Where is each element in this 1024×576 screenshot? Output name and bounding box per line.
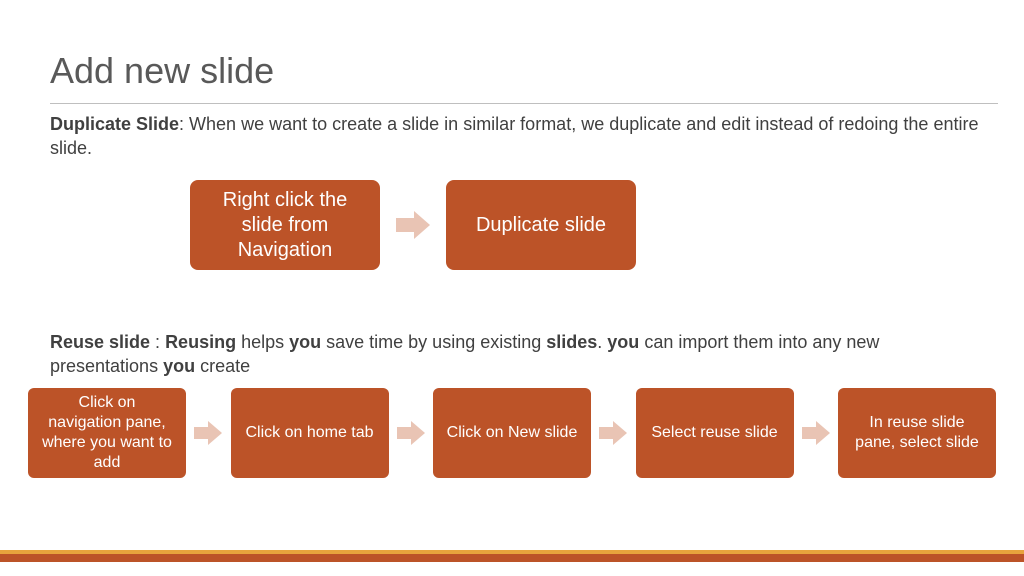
arrow-icon — [396, 211, 430, 239]
arrow-icon — [194, 421, 222, 445]
reuse-flow: Click on navigation pane, where you want… — [28, 388, 996, 478]
bold-text: you — [163, 356, 195, 376]
duplicate-text: : When we want to create a slide in simi… — [50, 114, 978, 158]
arrow-icon — [397, 421, 425, 445]
slide-title: Add new slide — [50, 50, 274, 92]
arrow-icon — [599, 421, 627, 445]
duplicate-description: Duplicate Slide: When we want to create … — [50, 112, 984, 161]
bold-text: slides — [546, 332, 597, 352]
plain-text: . — [597, 332, 607, 352]
bold-text: Reusing — [165, 332, 236, 352]
reuse-description: Reuse slide : Reusing helps you save tim… — [50, 330, 984, 379]
flow2-step-1: Click on navigation pane, where you want… — [28, 388, 186, 478]
footer-accent — [0, 550, 1024, 562]
bold-text: Reuse slide — [50, 332, 150, 352]
plain-text: save time by using existing — [321, 332, 546, 352]
plain-text: create — [195, 356, 250, 376]
title-underline — [50, 103, 998, 104]
flow1-step-1: Right click the slide from Navigation — [190, 180, 380, 270]
flow2-step-4: Select reuse slide — [636, 388, 794, 478]
bold-text: you — [607, 332, 639, 352]
bold-text: you — [289, 332, 321, 352]
plain-text: : — [150, 332, 165, 352]
duplicate-flow: Right click the slide from Navigation Du… — [190, 180, 636, 270]
arrow-icon — [802, 421, 830, 445]
flow2-step-5: In reuse slide pane, select slide — [838, 388, 996, 478]
plain-text: helps — [236, 332, 289, 352]
flow2-step-2: Click on home tab — [231, 388, 389, 478]
flow1-step-2: Duplicate slide — [446, 180, 636, 270]
duplicate-label: Duplicate Slide — [50, 114, 179, 134]
flow2-step-3: Click on New slide — [433, 388, 591, 478]
